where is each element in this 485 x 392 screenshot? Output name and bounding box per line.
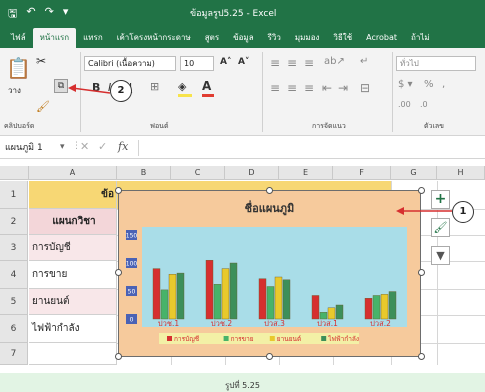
figure-caption: รูปที่ 5.25 xyxy=(224,381,260,390)
callout-one-arrow xyxy=(396,207,452,215)
callout-one: 1 xyxy=(452,201,474,223)
